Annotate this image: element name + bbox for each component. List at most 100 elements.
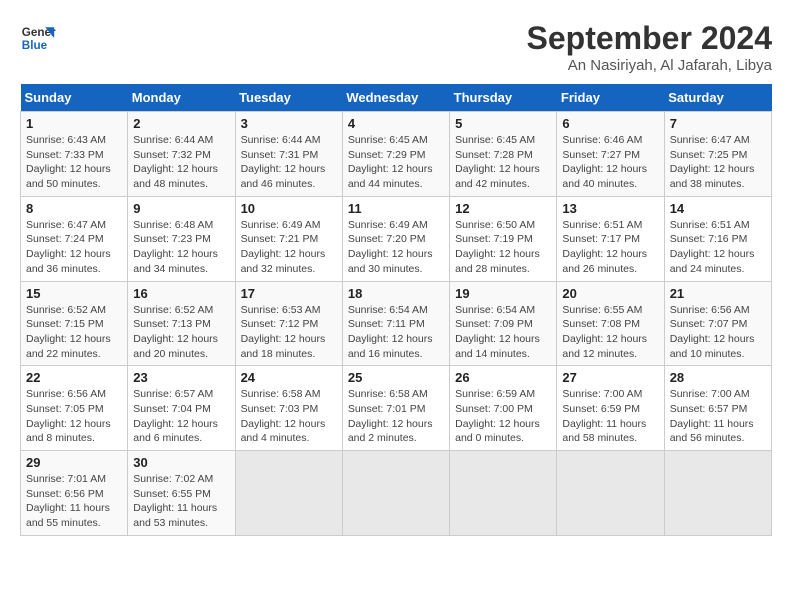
- day-number: 11: [348, 201, 444, 216]
- day-detail: Sunrise: 6:44 AMSunset: 7:32 PMDaylight:…: [133, 133, 229, 192]
- calendar-cell: 20 Sunrise: 6:55 AMSunset: 7:08 PMDayligh…: [557, 281, 664, 366]
- day-detail: Sunrise: 6:51 AMSunset: 7:17 PMDaylight:…: [562, 218, 658, 277]
- day-detail: Sunrise: 6:55 AMSunset: 7:08 PMDaylight:…: [562, 303, 658, 362]
- calendar-cell: 7 Sunrise: 6:47 AMSunset: 7:25 PMDaylight…: [664, 112, 771, 197]
- day-number: 3: [241, 116, 337, 131]
- calendar-cell: 2 Sunrise: 6:44 AMSunset: 7:32 PMDaylight…: [128, 112, 235, 197]
- day-detail: Sunrise: 7:00 AMSunset: 6:57 PMDaylight:…: [670, 387, 766, 446]
- calendar-cell: 9 Sunrise: 6:48 AMSunset: 7:23 PMDaylight…: [128, 196, 235, 281]
- calendar-cell: 25Sunrise: 6:58 AMSunset: 7:01 PMDayligh…: [342, 366, 449, 451]
- calendar-week-2: 8 Sunrise: 6:47 AMSunset: 7:24 PMDaylight…: [21, 196, 772, 281]
- day-number: 15: [26, 286, 122, 301]
- calendar-body: 1 Sunrise: 6:43 AMSunset: 7:33 PMDaylight…: [21, 112, 772, 536]
- day-detail: Sunrise: 7:01 AMSunset: 6:56 PMDaylight:…: [26, 472, 122, 531]
- day-number: 2: [133, 116, 229, 131]
- calendar-cell: 5 Sunrise: 6:45 AMSunset: 7:28 PMDaylight…: [450, 112, 557, 197]
- calendar-cell: 16 Sunrise: 6:52 AMSunset: 7:13 PMDayligh…: [128, 281, 235, 366]
- calendar-cell: 15 Sunrise: 6:52 AMSunset: 7:15 PMDayligh…: [21, 281, 128, 366]
- day-detail: Sunrise: 6:54 AMSunset: 7:09 PMDaylight:…: [455, 303, 551, 362]
- day-detail: Sunrise: 6:52 AMSunset: 7:15 PMDaylight:…: [26, 303, 122, 362]
- subtitle: An Nasiriyah, Al Jafarah, Libya: [527, 57, 772, 74]
- day-number: 19: [455, 286, 551, 301]
- day-number: 14: [670, 201, 766, 216]
- calendar-table: SundayMondayTuesdayWednesdayThursdayFrid…: [20, 84, 772, 536]
- calendar-cell: 12 Sunrise: 6:50 AMSunset: 7:19 PMDayligh…: [450, 196, 557, 281]
- day-detail: Sunrise: 6:49 AMSunset: 7:21 PMDaylight:…: [241, 218, 337, 277]
- day-detail: Sunrise: 6:45 AMSunset: 7:28 PMDaylight:…: [455, 133, 551, 192]
- day-number: 26: [455, 370, 551, 385]
- day-detail: Sunrise: 6:43 AMSunset: 7:33 PMDaylight:…: [26, 133, 122, 192]
- day-detail: Sunrise: 6:47 AMSunset: 7:25 PMDaylight:…: [670, 133, 766, 192]
- calendar-cell: 26 Sunrise: 6:59 AMSunset: 7:00 PMDayligh…: [450, 366, 557, 451]
- calendar-week-4: 22 Sunrise: 6:56 AMSunset: 7:05 PMDayligh…: [21, 366, 772, 451]
- day-detail: Sunrise: 6:49 AMSunset: 7:20 PMDaylight:…: [348, 218, 444, 277]
- day-number: 13: [562, 201, 658, 216]
- day-number: 18: [348, 286, 444, 301]
- logo-icon: General Blue: [20, 20, 56, 56]
- calendar-cell: 30Sunrise: 7:02 AMSunset: 6:55 PMDayligh…: [128, 451, 235, 536]
- calendar-week-1: 1 Sunrise: 6:43 AMSunset: 7:33 PMDaylight…: [21, 112, 772, 197]
- calendar-cell: 22 Sunrise: 6:56 AMSunset: 7:05 PMDayligh…: [21, 366, 128, 451]
- calendar-week-5: 29 Sunrise: 7:01 AMSunset: 6:56 PMDayligh…: [21, 451, 772, 536]
- calendar-cell: 8 Sunrise: 6:47 AMSunset: 7:24 PMDaylight…: [21, 196, 128, 281]
- calendar-cell: 19 Sunrise: 6:54 AMSunset: 7:09 PMDayligh…: [450, 281, 557, 366]
- calendar-cell: 18 Sunrise: 6:54 AMSunset: 7:11 PMDayligh…: [342, 281, 449, 366]
- day-number: 24: [241, 370, 337, 385]
- header: General Blue September 2024 An Nasiriyah…: [20, 20, 772, 74]
- col-header-sunday: Sunday: [21, 84, 128, 112]
- day-number: 25: [348, 370, 444, 385]
- day-detail: Sunrise: 6:54 AMSunset: 7:11 PMDaylight:…: [348, 303, 444, 362]
- day-number: 16: [133, 286, 229, 301]
- calendar-cell: 24Sunrise: 6:58 AMSunset: 7:03 PMDayligh…: [235, 366, 342, 451]
- day-detail: Sunrise: 6:48 AMSunset: 7:23 PMDaylight:…: [133, 218, 229, 277]
- day-number: 12: [455, 201, 551, 216]
- day-number: 22: [26, 370, 122, 385]
- day-number: 17: [241, 286, 337, 301]
- calendar-cell: 17 Sunrise: 6:53 AMSunset: 7:12 PMDayligh…: [235, 281, 342, 366]
- day-detail: Sunrise: 6:50 AMSunset: 7:19 PMDaylight:…: [455, 218, 551, 277]
- calendar-cell: 23Sunrise: 6:57 AMSunset: 7:04 PMDayligh…: [128, 366, 235, 451]
- day-detail: Sunrise: 6:46 AMSunset: 7:27 PMDaylight:…: [562, 133, 658, 192]
- col-header-monday: Monday: [128, 84, 235, 112]
- day-number: 1: [26, 116, 122, 131]
- day-detail: Sunrise: 7:02 AMSunset: 6:55 PMDaylight:…: [133, 472, 229, 531]
- day-detail: Sunrise: 6:56 AMSunset: 7:07 PMDaylight:…: [670, 303, 766, 362]
- col-header-wednesday: Wednesday: [342, 84, 449, 112]
- day-number: 27: [562, 370, 658, 385]
- calendar-cell: 3 Sunrise: 6:44 AMSunset: 7:31 PMDaylight…: [235, 112, 342, 197]
- calendar-cell: 11 Sunrise: 6:49 AMSunset: 7:20 PMDayligh…: [342, 196, 449, 281]
- day-number: 6: [562, 116, 658, 131]
- main-title: September 2024: [527, 20, 772, 57]
- calendar-cell: [342, 451, 449, 536]
- day-number: 20: [562, 286, 658, 301]
- col-header-friday: Friday: [557, 84, 664, 112]
- day-detail: Sunrise: 6:45 AMSunset: 7:29 PMDaylight:…: [348, 133, 444, 192]
- day-number: 23: [133, 370, 229, 385]
- calendar-cell: 21 Sunrise: 6:56 AMSunset: 7:07 PMDayligh…: [664, 281, 771, 366]
- day-number: 8: [26, 201, 122, 216]
- day-detail: Sunrise: 6:53 AMSunset: 7:12 PMDaylight:…: [241, 303, 337, 362]
- calendar-cell: 1 Sunrise: 6:43 AMSunset: 7:33 PMDaylight…: [21, 112, 128, 197]
- day-number: 9: [133, 201, 229, 216]
- svg-text:Blue: Blue: [22, 39, 48, 52]
- day-detail: Sunrise: 6:47 AMSunset: 7:24 PMDaylight:…: [26, 218, 122, 277]
- calendar-cell: 6 Sunrise: 6:46 AMSunset: 7:27 PMDaylight…: [557, 112, 664, 197]
- col-header-tuesday: Tuesday: [235, 84, 342, 112]
- day-number: 21: [670, 286, 766, 301]
- day-detail: Sunrise: 6:52 AMSunset: 7:13 PMDaylight:…: [133, 303, 229, 362]
- day-number: 5: [455, 116, 551, 131]
- day-number: 29: [26, 455, 122, 470]
- day-number: 4: [348, 116, 444, 131]
- day-detail: Sunrise: 6:59 AMSunset: 7:00 PMDaylight:…: [455, 387, 551, 446]
- day-number: 28: [670, 370, 766, 385]
- calendar-cell: 4 Sunrise: 6:45 AMSunset: 7:29 PMDaylight…: [342, 112, 449, 197]
- logo: General Blue: [20, 20, 56, 56]
- calendar-cell: 29 Sunrise: 7:01 AMSunset: 6:56 PMDayligh…: [21, 451, 128, 536]
- calendar-cell: [557, 451, 664, 536]
- day-detail: Sunrise: 6:56 AMSunset: 7:05 PMDaylight:…: [26, 387, 122, 446]
- calendar-cell: 28 Sunrise: 7:00 AMSunset: 6:57 PMDayligh…: [664, 366, 771, 451]
- calendar-cell: 13 Sunrise: 6:51 AMSunset: 7:17 PMDayligh…: [557, 196, 664, 281]
- day-detail: Sunrise: 6:44 AMSunset: 7:31 PMDaylight:…: [241, 133, 337, 192]
- day-number: 7: [670, 116, 766, 131]
- calendar-cell: 27Sunrise: 7:00 AMSunset: 6:59 PMDayligh…: [557, 366, 664, 451]
